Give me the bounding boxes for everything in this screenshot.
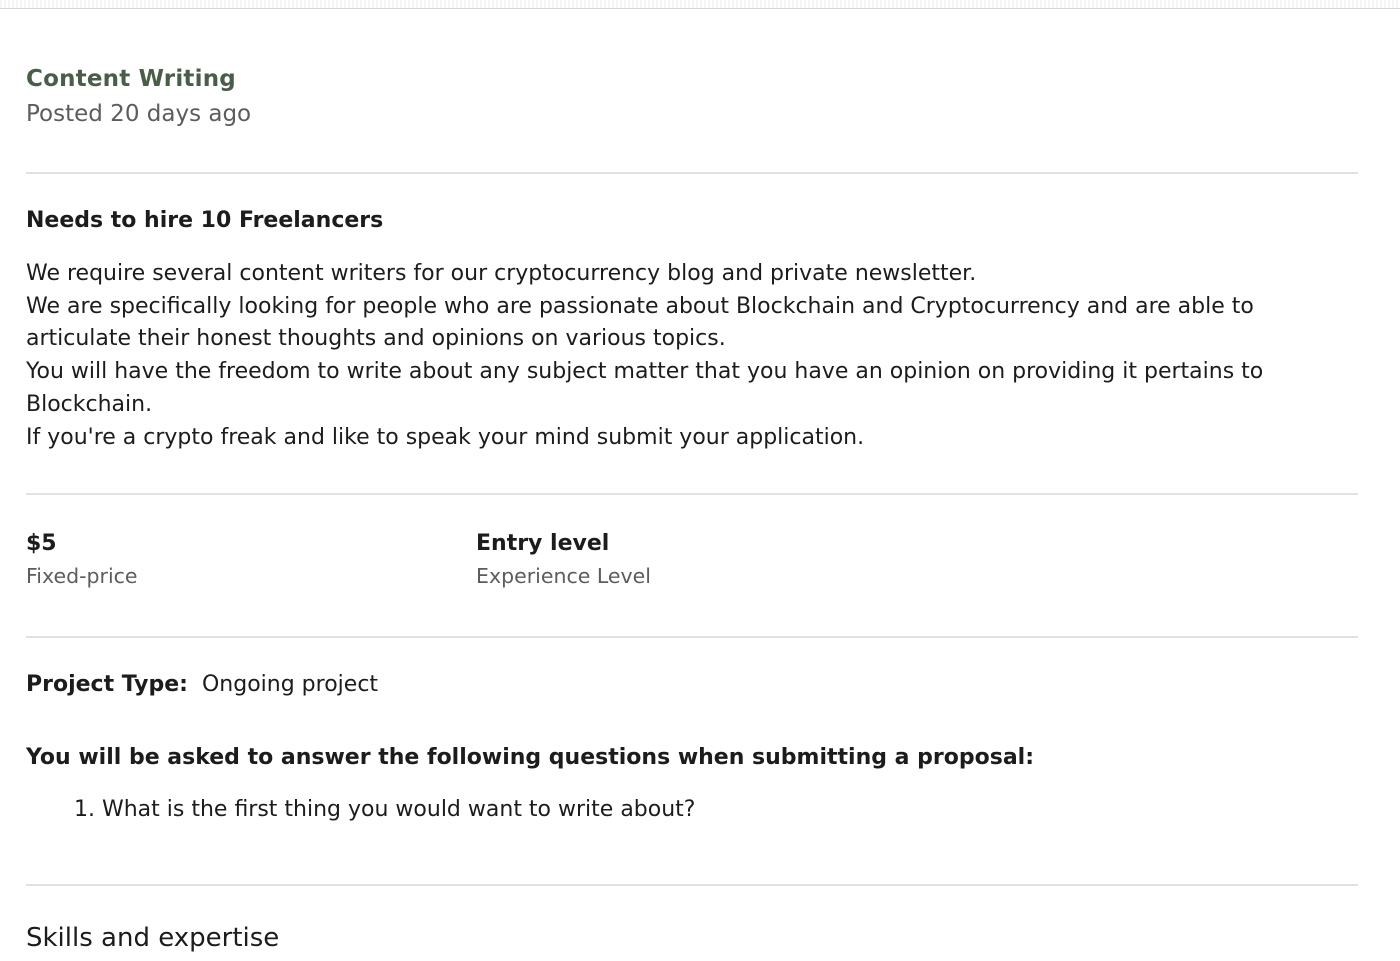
price-value: $5 <box>26 531 57 556</box>
section-divider <box>26 493 1358 495</box>
hire-heading: Needs to hire 10 Freelancers <box>26 208 384 233</box>
description-paragraph: You will have the freedom to write about… <box>26 359 1264 417</box>
description-paragraph: We are specifically looking for people w… <box>26 293 1254 352</box>
questions-list: 1. What is the first thing you would wan… <box>74 797 695 822</box>
posted-date: Posted 20 days ago <box>26 101 252 127</box>
section-divider <box>26 172 1358 174</box>
question-item: 1. What is the first thing you would wan… <box>74 797 696 822</box>
project-type-label: Project Type: <box>26 672 188 697</box>
questions-heading: You will be asked to answer the followin… <box>26 745 1035 770</box>
project-type-value: Ongoing project <box>201 672 379 697</box>
top-border <box>0 0 1400 9</box>
description-paragraph: If you're a crypto freak and like to spe… <box>26 424 865 450</box>
experience-stat: Entry level Experience Level <box>476 529 651 588</box>
experience-value: Entry level <box>476 531 610 556</box>
section-divider <box>26 884 1358 886</box>
price-stat: $5 Fixed-price <box>26 529 138 588</box>
job-description: We require several content writers for o… <box>26 258 1346 454</box>
price-type-label: Fixed-price <box>26 564 138 588</box>
skills-heading: Skills and expertise <box>26 923 280 953</box>
section-divider <box>26 636 1358 638</box>
project-type: Project Type: Ongoing project <box>26 672 378 697</box>
experience-label: Experience Level <box>476 564 651 588</box>
description-paragraph: We require several content writers for o… <box>26 261 977 286</box>
job-category: Content Writing <box>26 66 236 92</box>
